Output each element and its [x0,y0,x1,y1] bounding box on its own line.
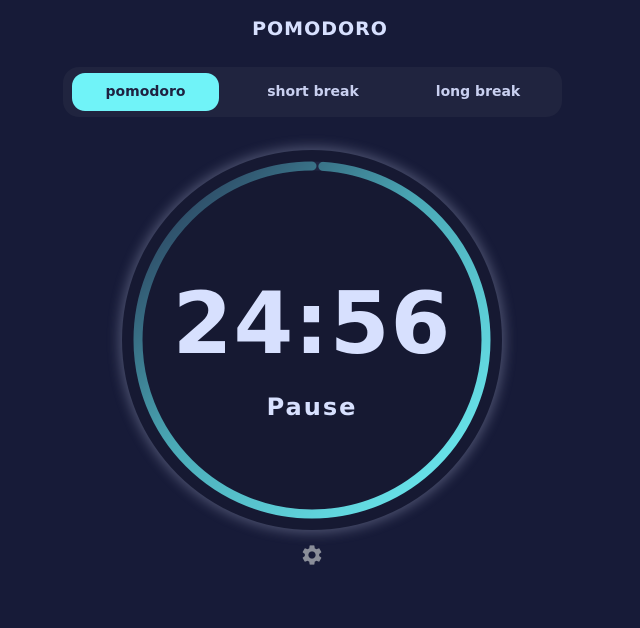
gear-icon[interactable] [300,543,324,567]
app-title: POMODORO [252,18,388,40]
tab-long-break[interactable]: long break [403,73,553,111]
tab-short-break[interactable]: short break [238,73,388,111]
pomodoro-app: POMODORO pomodoro short break long break… [0,0,640,628]
timer-dial: 24:56 Pause [122,150,502,530]
tab-pomodoro[interactable]: pomodoro [72,73,219,111]
mode-tabs: pomodoro short break long break [63,67,562,117]
timer-display: 24:56 [172,274,452,374]
pause-button[interactable]: Pause [122,391,502,423]
